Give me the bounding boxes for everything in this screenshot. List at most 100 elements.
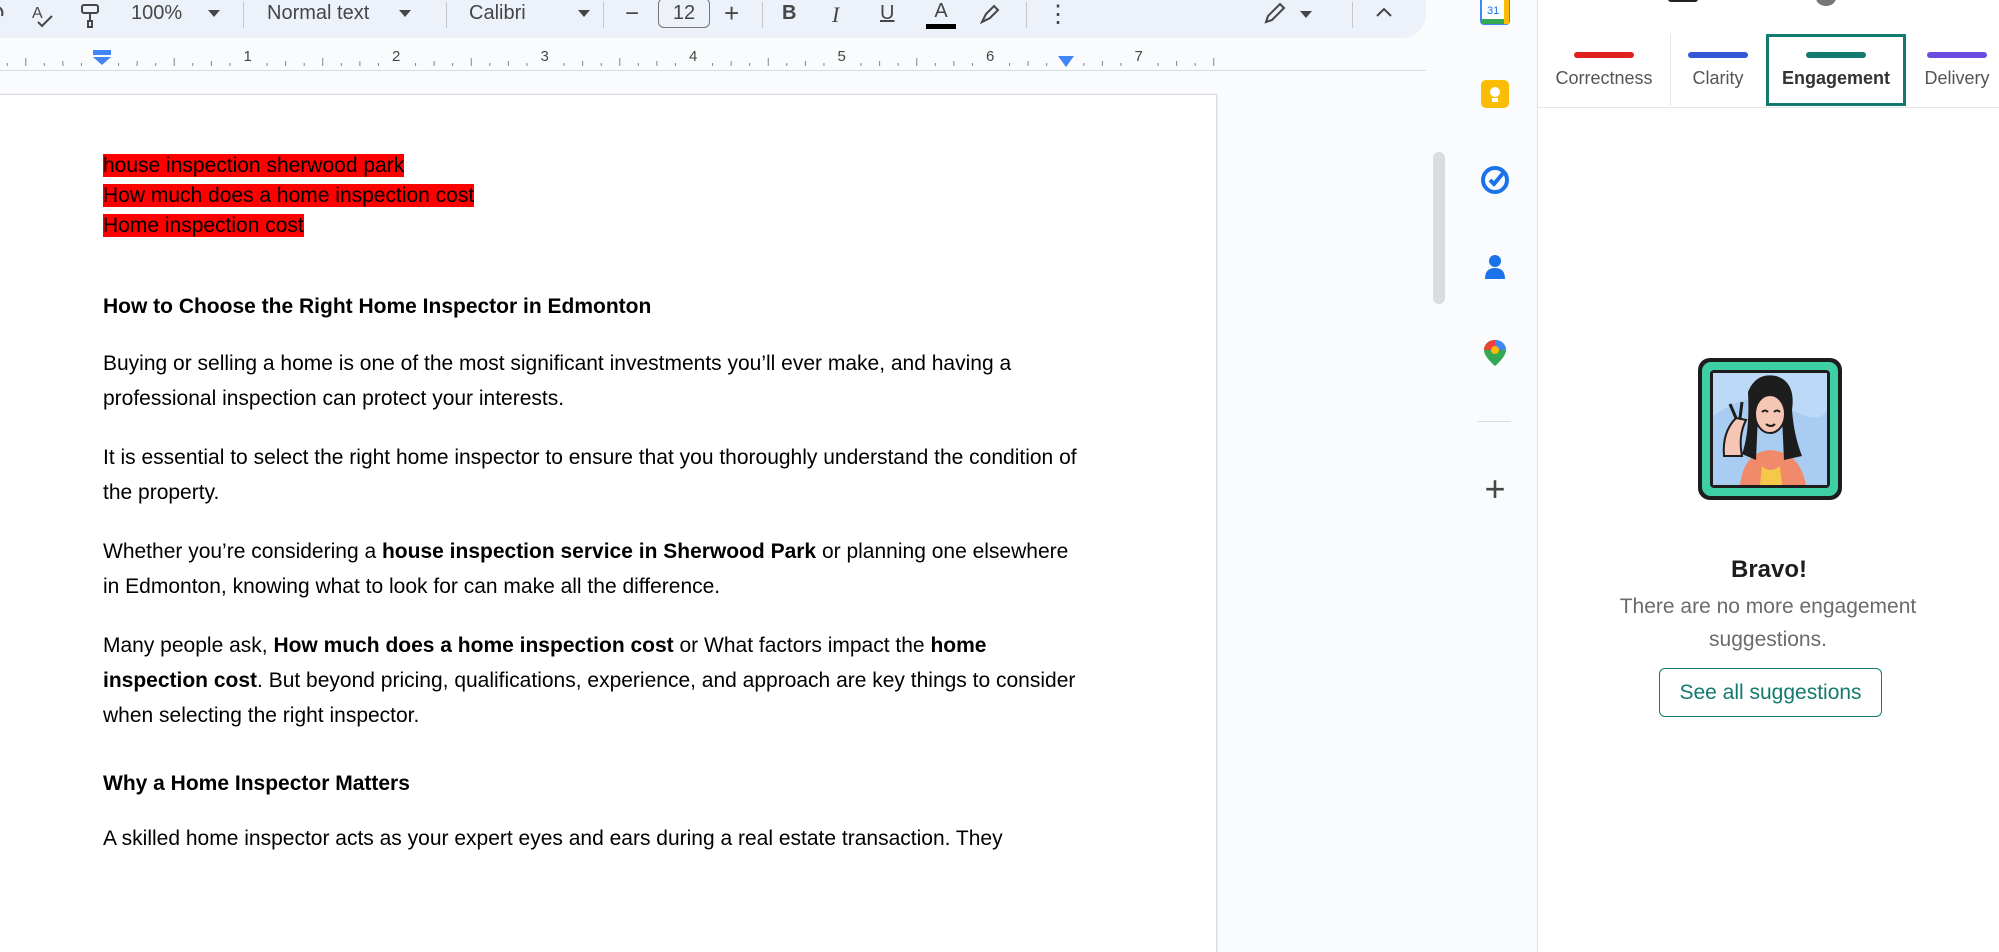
highlighted-line: Home inspection cost — [103, 211, 1083, 241]
bold-keyword: How much does a home inspection cost — [273, 634, 674, 657]
spellcheck-icon[interactable]: A — [30, 2, 56, 28]
ruler-number: 3 — [541, 48, 549, 65]
bold-button[interactable]: B — [782, 2, 796, 25]
left-indent-marker[interactable] — [92, 50, 112, 66]
empty-state-message: There are no more engagement suggestions… — [1619, 595, 1917, 651]
ruler-number: 7 — [1135, 48, 1143, 65]
tab-engagement[interactable]: Engagement — [1766, 34, 1906, 106]
chevron-down-icon — [399, 10, 412, 17]
tab-color-bar — [1806, 51, 1866, 58]
tab-clarity[interactable]: Clarity — [1671, 34, 1765, 106]
text-color-swatch — [926, 24, 956, 29]
chevron-up-icon — [1376, 7, 1392, 17]
svg-text:A: A — [32, 5, 43, 22]
text-run: Many people ask, — [103, 634, 274, 657]
highlighted-line: house inspection sherwood park — [103, 151, 1083, 181]
ruler-ticks: 1 2 3 4 5 6 7 — [6, 48, 1215, 66]
chevron-down-icon — [208, 10, 221, 17]
tab-color-bar — [1574, 51, 1634, 58]
highlight-pen-icon[interactable] — [978, 2, 1002, 26]
maps-icon[interactable] — [1477, 335, 1513, 371]
ruler-number: 6 — [986, 48, 994, 65]
suggestions-panel: Correctness Clarity Engagement Delivery — [1537, 0, 1999, 952]
increase-font-size-button[interactable]: + — [724, 0, 739, 29]
bravo-title: Bravo! — [1730, 556, 1808, 583]
rail-divider — [1477, 421, 1511, 422]
bravo-illustration — [1696, 356, 1844, 502]
underline-button[interactable]: U — [880, 2, 894, 25]
text-color-letter: A — [934, 0, 948, 22]
section-heading: How to Choose the Right Home Inspector i… — [103, 295, 652, 318]
right-indent-marker[interactable] — [1057, 55, 1075, 67]
redo-icon[interactable] — [0, 4, 8, 24]
calendar-icon[interactable]: 31 — [1477, 0, 1513, 28]
section-heading: Why a Home Inspector Matters — [103, 772, 410, 795]
ruler-number: 1 — [244, 48, 252, 65]
bold-keyword: house inspection service in Sherwood Par… — [381, 540, 817, 563]
chevron-down-icon — [577, 10, 590, 17]
highlighted-text: Home inspection cost — [103, 214, 304, 237]
font-size-input[interactable]: 12 — [658, 0, 710, 28]
contacts-icon[interactable] — [1477, 249, 1513, 285]
tab-color-bar — [1688, 51, 1748, 58]
ruler-divider — [0, 70, 1426, 71]
style-value: Normal text — [267, 2, 370, 24]
font-value: Calibri — [469, 2, 526, 24]
style-select[interactable]: Normal text — [267, 2, 412, 25]
document-scrollbar[interactable] — [1433, 152, 1445, 304]
tab-label: Delivery — [1924, 67, 1990, 88]
suggestion-tabs: Correctness Clarity Engagement Delivery — [1538, 34, 1999, 108]
paint-format-icon[interactable] — [78, 2, 102, 30]
tasks-icon[interactable] — [1477, 162, 1513, 198]
italic-button[interactable]: I — [832, 2, 839, 28]
header-partial-text — [1668, 0, 1698, 2]
tab-label: Clarity — [1692, 67, 1744, 88]
font-select[interactable]: Calibri — [469, 2, 590, 25]
ruler-number: 2 — [392, 48, 400, 65]
editing-mode-select[interactable] — [1262, 2, 1312, 26]
divider — [762, 2, 763, 28]
text-color-button[interactable]: A — [926, 0, 956, 29]
paragraph: Whether you’re considering a house inspe… — [103, 534, 1083, 604]
highlighted-text: house inspection sherwood park — [103, 154, 405, 177]
divider — [446, 2, 447, 28]
add-addon-button[interactable]: + — [1477, 468, 1513, 509]
tab-label: Correctness — [1555, 67, 1653, 88]
ruler-number: 5 — [838, 48, 846, 65]
paragraph: Buying or selling a home is one of the m… — [103, 352, 1012, 410]
see-all-suggestions-button[interactable]: See all suggestions — [1659, 668, 1882, 717]
text-run: Whether you’re considering a — [103, 540, 382, 563]
tab-delivery[interactable]: Delivery — [1907, 34, 1999, 106]
decrease-font-size-button[interactable]: − — [625, 0, 639, 28]
collapse-toolbar-button[interactable] — [1374, 2, 1394, 22]
tab-correctness[interactable]: Correctness — [1538, 34, 1670, 106]
ruler[interactable]: 1 2 3 4 5 6 7 — [0, 48, 1426, 72]
info-icon[interactable] — [1816, 0, 1836, 6]
highlighted-text: How much does a home inspection cost — [103, 184, 475, 207]
text-run: or What factors impact the — [673, 634, 931, 657]
toolbar: A 100% Normal text Calibri − 12 + B I U … — [0, 0, 1426, 38]
paragraph: It is essential to select the right home… — [103, 446, 1077, 504]
paragraph: Many people ask, How much does a home in… — [103, 628, 1083, 733]
button-label: See all suggestions — [1679, 680, 1862, 704]
divider — [1026, 2, 1027, 28]
highlighted-line: How much does a home inspection cost — [103, 181, 1083, 211]
chevron-down-icon — [1300, 10, 1312, 18]
more-options-button[interactable]: ⋮ — [1046, 0, 1070, 29]
ruler-number: 4 — [689, 48, 697, 65]
panel-header-remnant — [1538, 0, 1999, 6]
divider — [603, 2, 604, 28]
divider — [1352, 2, 1353, 28]
tab-color-bar — [1927, 51, 1987, 58]
keep-icon[interactable] — [1477, 76, 1513, 112]
side-panel-rail: 31 + — [1455, 0, 1535, 952]
tab-label: Engagement — [1781, 67, 1891, 88]
zoom-value: 100% — [131, 2, 183, 24]
divider — [243, 2, 244, 28]
zoom-select[interactable]: 100% — [131, 2, 221, 25]
calendar-day: 31 — [1487, 5, 1499, 17]
document-content[interactable]: house inspection sherwood park How much … — [103, 151, 1083, 856]
font-size-value: 12 — [672, 1, 696, 24]
paragraph: A skilled home inspector acts as your ex… — [103, 827, 1003, 850]
pencil-icon — [1264, 2, 1286, 24]
